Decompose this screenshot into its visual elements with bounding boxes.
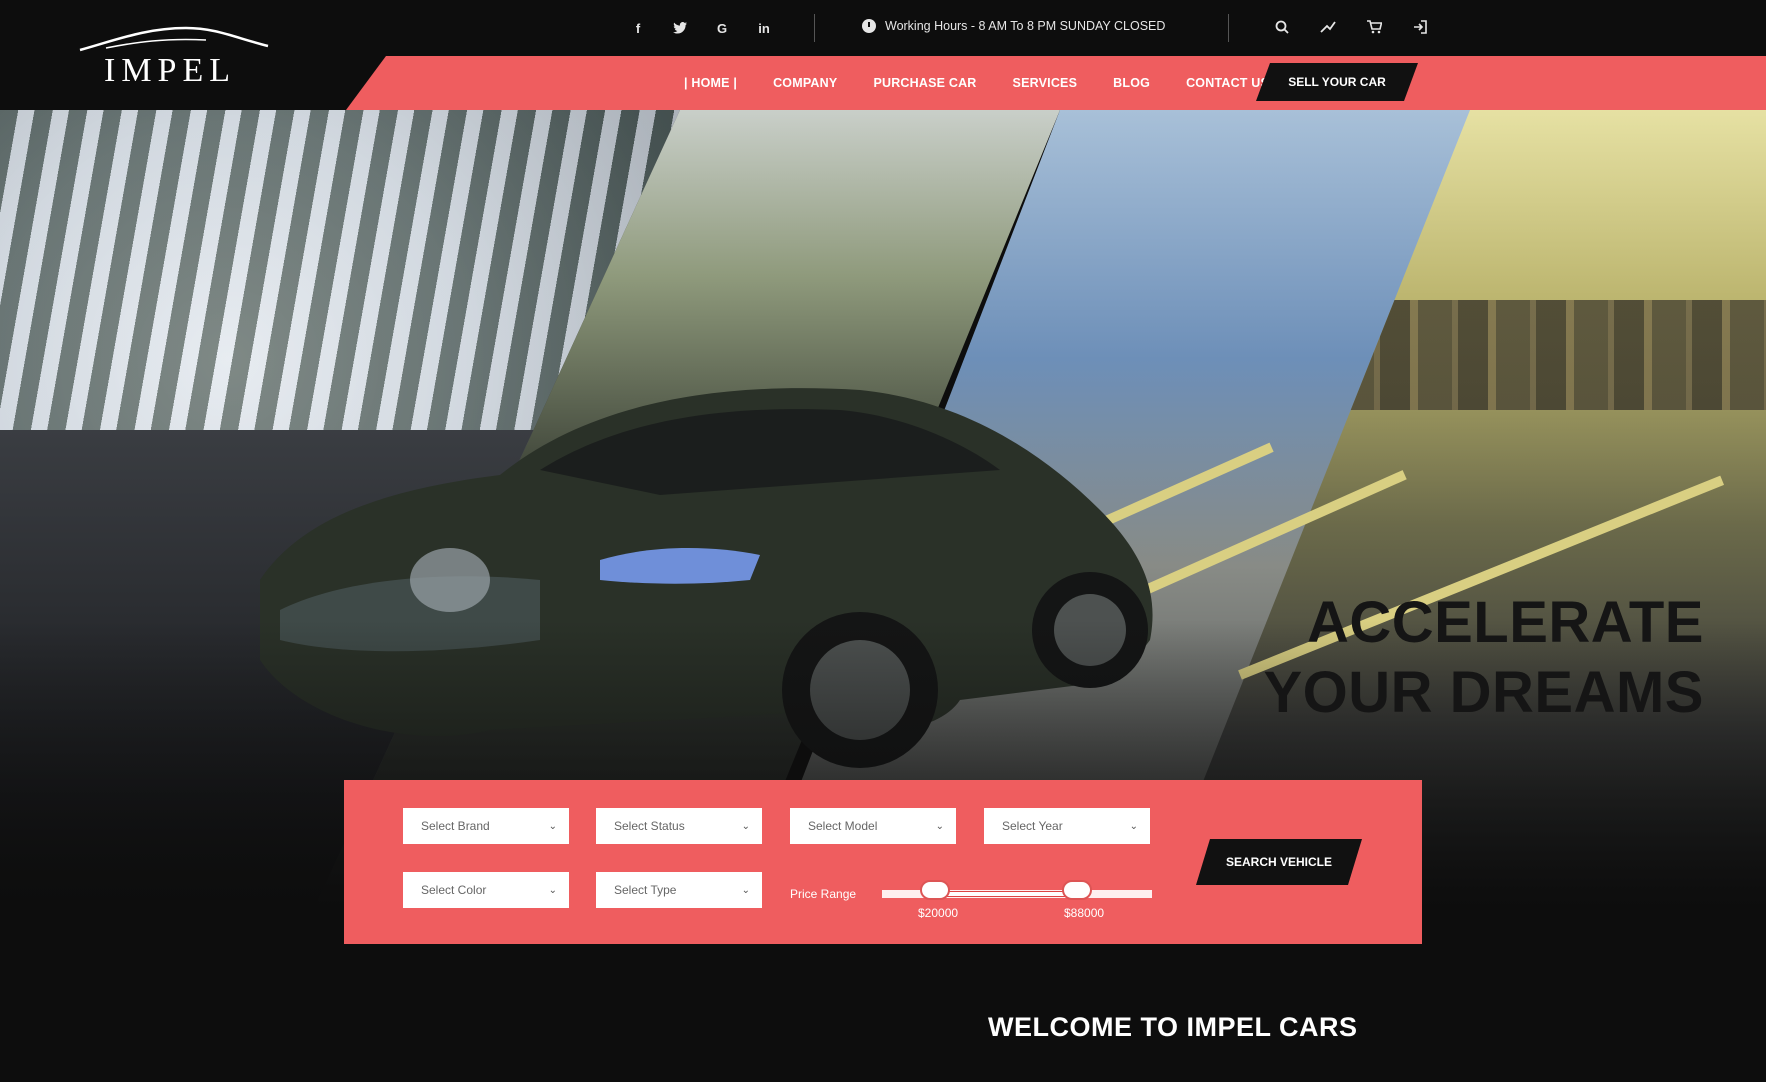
search-icon[interactable] bbox=[1272, 17, 1292, 37]
select-model[interactable]: Select Model ⌄ bbox=[790, 808, 956, 844]
select-status[interactable]: Select Status ⌄ bbox=[596, 808, 762, 844]
working-hours-text: Working Hours - 8 AM To 8 PM SUNDAY CLOS… bbox=[885, 19, 1166, 33]
select-year-label: Select Year bbox=[1002, 819, 1063, 833]
nav-menu: HOME COMPANY PURCHASE CAR SERVICES BLOG … bbox=[666, 56, 1287, 110]
chevron-down-icon: ⌄ bbox=[548, 820, 557, 832]
select-type[interactable]: Select Type ⌄ bbox=[596, 872, 762, 908]
hero-headline-line1: ACCELERATE bbox=[1306, 590, 1704, 655]
chevron-down-icon: ⌄ bbox=[935, 820, 944, 832]
utility-icons bbox=[1272, 17, 1430, 37]
select-color[interactable]: Select Color ⌄ bbox=[403, 872, 569, 908]
price-max-handle[interactable] bbox=[1062, 880, 1092, 900]
select-status-label: Select Status bbox=[614, 819, 685, 833]
google-plus-icon[interactable]: G bbox=[712, 18, 732, 38]
divider bbox=[814, 14, 815, 42]
facebook-icon[interactable]: f bbox=[628, 18, 648, 38]
working-hours: Working Hours - 8 AM To 8 PM SUNDAY CLOS… bbox=[862, 19, 1165, 33]
nav-item-company[interactable]: COMPANY bbox=[755, 76, 855, 90]
nav-item-services[interactable]: SERVICES bbox=[995, 76, 1096, 90]
price-max-value: $88000 bbox=[1064, 906, 1105, 920]
site-logo[interactable]: IMPEL bbox=[76, 18, 272, 90]
chevron-down-icon: ⌄ bbox=[1129, 820, 1138, 832]
logo-text: IMPEL bbox=[104, 52, 236, 89]
linkedin-icon[interactable]: in bbox=[754, 18, 774, 38]
select-brand[interactable]: Select Brand ⌄ bbox=[403, 808, 569, 844]
price-min-handle[interactable] bbox=[920, 880, 950, 900]
clock-icon bbox=[862, 19, 876, 33]
hero-headline: ACCELERATE YOUR DREAMS bbox=[1263, 588, 1704, 728]
nav-item-home[interactable]: HOME bbox=[666, 76, 755, 90]
social-links: f G in bbox=[628, 18, 774, 38]
city-skyline-image bbox=[1340, 300, 1766, 410]
nav-item-blog[interactable]: BLOG bbox=[1095, 76, 1168, 90]
select-year[interactable]: Select Year ⌄ bbox=[984, 808, 1150, 844]
sell-your-car-button[interactable]: SELL YOUR CAR bbox=[1256, 63, 1418, 101]
price-min-value: $20000 bbox=[918, 906, 959, 920]
divider bbox=[1228, 14, 1229, 42]
cart-icon[interactable] bbox=[1364, 17, 1384, 37]
select-type-label: Select Type bbox=[614, 883, 677, 897]
hero-headline-line2: YOUR DREAMS bbox=[1263, 660, 1704, 725]
main-navigation: HOME COMPANY PURCHASE CAR SERVICES BLOG … bbox=[346, 56, 1766, 110]
nav-item-purchase-car[interactable]: PURCHASE CAR bbox=[855, 76, 994, 90]
search-vehicle-button[interactable]: SEARCH VEHICLE bbox=[1196, 839, 1362, 885]
select-model-label: Select Model bbox=[808, 819, 878, 833]
chevron-down-icon: ⌄ bbox=[548, 884, 557, 896]
price-range-label: Price Range bbox=[790, 887, 857, 901]
chevron-down-icon: ⌄ bbox=[741, 820, 750, 832]
login-icon[interactable] bbox=[1410, 17, 1430, 37]
vehicle-search-panel: Select Brand ⌄ Select Status ⌄ Select Mo… bbox=[344, 780, 1422, 944]
chevron-down-icon: ⌄ bbox=[741, 884, 750, 896]
twitter-icon[interactable] bbox=[670, 18, 690, 38]
compare-icon[interactable] bbox=[1318, 17, 1338, 37]
select-color-label: Select Color bbox=[421, 883, 487, 897]
select-brand-label: Select Brand bbox=[421, 819, 490, 833]
welcome-heading: WELCOME TO IMPEL CARS bbox=[988, 1012, 1358, 1042]
